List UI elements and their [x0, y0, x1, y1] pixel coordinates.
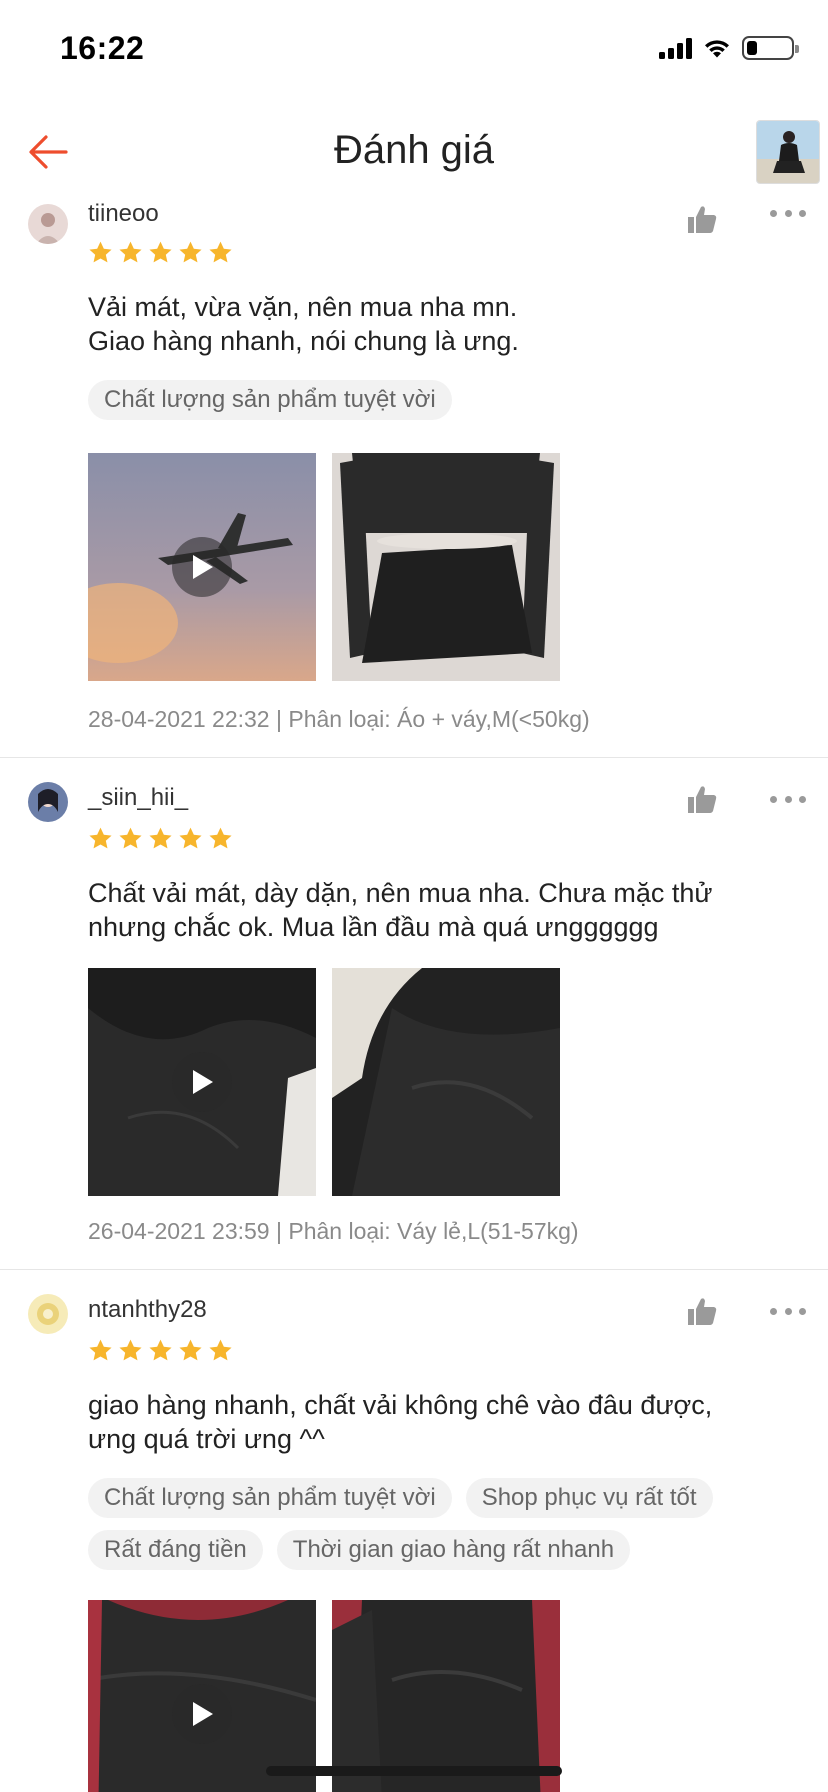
- rating-stars: [88, 1338, 233, 1363]
- review-text-line: giao hàng nhanh, chất vải không chê vào …: [88, 1390, 713, 1420]
- star-icon: [119, 1339, 142, 1361]
- review-item: _siin_hii_ Chất vải mát, dày dặn, nên mu…: [0, 758, 828, 1270]
- review-text-line: nhưng chắc ok. Mua lần đầu mà quá ưngggg…: [88, 912, 659, 942]
- cellular-signal-icon: [659, 37, 692, 59]
- star-icon: [89, 1339, 112, 1361]
- star-icon: [119, 827, 142, 849]
- review-text: Chất vải mát, dày dặn, nên mua nha. Chưa…: [88, 876, 788, 944]
- status-icons: [659, 36, 799, 60]
- status-bar: 16:22: [0, 0, 828, 100]
- star-icon: [209, 241, 232, 263]
- rating-stars: [88, 240, 233, 265]
- rating-stars: [88, 826, 233, 851]
- more-options-icon[interactable]: [770, 208, 806, 218]
- review-tags: Chất lượng sản phẩm tuyệt vời Shop phục …: [88, 1478, 808, 1570]
- review-media: [88, 1600, 560, 1792]
- review-video-thumbnail[interactable]: [88, 1600, 316, 1792]
- thumbs-up-icon[interactable]: [686, 204, 718, 234]
- review-tag: Shop phục vụ rất tốt: [465, 1478, 713, 1518]
- star-icon: [149, 827, 172, 849]
- header-bar: Đánh giá: [0, 100, 828, 200]
- battery-icon: [742, 36, 799, 60]
- review-media: [88, 453, 560, 681]
- review-meta: 28-04-2021 22:32 | Phân loại: Áo + váy,M…: [88, 706, 590, 732]
- review-list: tiineoo Vải mát, vừa vặn, nên mua nha mn…: [0, 198, 828, 1792]
- more-options-icon[interactable]: [770, 1306, 806, 1316]
- play-icon[interactable]: [172, 537, 232, 597]
- star-icon: [119, 241, 142, 263]
- star-icon: [179, 1339, 202, 1361]
- play-icon[interactable]: [172, 1052, 232, 1112]
- review-username[interactable]: _siin_hii_: [88, 784, 188, 812]
- avatar[interactable]: [28, 1294, 68, 1334]
- star-icon: [89, 241, 112, 263]
- more-options-icon[interactable]: [770, 794, 806, 804]
- review-tag: Chất lượng sản phẩm tuyệt vời: [88, 380, 452, 420]
- review-video-thumbnail[interactable]: [88, 453, 316, 681]
- play-icon[interactable]: [172, 1684, 232, 1744]
- home-indicator[interactable]: [266, 1766, 562, 1776]
- review-image[interactable]: [332, 453, 560, 681]
- review-username[interactable]: ntanhthy28: [88, 1296, 207, 1324]
- review-text: giao hàng nhanh, chất vải không chê vào …: [88, 1388, 788, 1456]
- status-time: 16:22: [60, 30, 145, 66]
- thumbs-up-icon[interactable]: [686, 784, 718, 814]
- review-item: ntanhthy28 giao hàng nhanh, chất vải khô…: [0, 1270, 828, 1792]
- star-icon: [209, 827, 232, 849]
- star-icon: [179, 241, 202, 263]
- review-item: tiineoo Vải mát, vừa vặn, nên mua nha mn…: [0, 198, 828, 758]
- star-icon: [209, 1339, 232, 1361]
- review-video-thumbnail[interactable]: [88, 968, 316, 1196]
- page-title: Đánh giá: [333, 128, 495, 172]
- review-image[interactable]: [332, 1600, 560, 1792]
- product-thumbnail[interactable]: [756, 120, 820, 184]
- review-text-line: ưng quá trời ưng ^^: [88, 1424, 325, 1454]
- review-meta: 26-04-2021 23:59 | Phân loại: Váy lẻ,L(5…: [88, 1218, 579, 1244]
- review-media: [88, 968, 560, 1196]
- star-icon: [89, 827, 112, 849]
- star-icon: [149, 1339, 172, 1361]
- review-username[interactable]: tiineoo: [88, 200, 159, 228]
- avatar[interactable]: [28, 782, 68, 822]
- wifi-icon: [705, 40, 729, 58]
- star-icon: [149, 241, 172, 263]
- review-tags: Chất lượng sản phẩm tuyệt vời: [88, 380, 808, 420]
- review-tag: Chất lượng sản phẩm tuyệt vời: [88, 1478, 452, 1518]
- review-text-line: Chất vải mát, dày dặn, nên mua nha. Chưa…: [88, 878, 713, 908]
- review-text: Vải mát, vừa vặn, nên mua nha mn. Giao h…: [88, 290, 788, 358]
- star-icon: [179, 827, 202, 849]
- review-text-line: Giao hàng nhanh, nói chung là ưng.: [88, 326, 519, 356]
- review-tag: Thời gian giao hàng rất nhanh: [276, 1530, 631, 1570]
- thumbs-up-icon[interactable]: [686, 1296, 718, 1326]
- review-text-line: Vải mát, vừa vặn, nên mua nha mn.: [88, 292, 518, 322]
- review-tag: Rất đáng tiền: [88, 1530, 263, 1570]
- review-image[interactable]: [332, 968, 560, 1196]
- avatar[interactable]: [28, 204, 68, 244]
